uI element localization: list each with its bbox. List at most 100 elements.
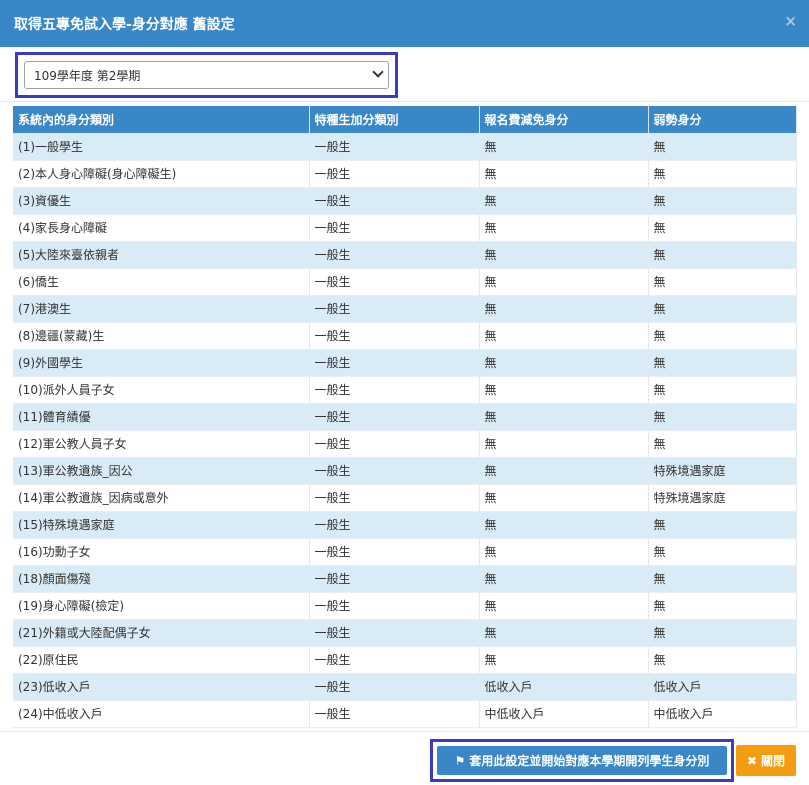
table-cell: 無	[479, 565, 649, 593]
table-row: (2)本人身心障礙(身心障礙生) 一般生無無	[13, 160, 797, 188]
apply-mapping-button[interactable]: ⚑ 套用此設定並開始對應本學期開列學生身分別	[437, 746, 727, 775]
table-cell: (19)身心障礙(檢定)	[13, 592, 310, 620]
table-cell: 一般生	[309, 187, 480, 215]
divider	[0, 101, 809, 102]
semester-select[interactable]: 109學年度 第2學期	[24, 61, 389, 89]
table-cell: 中低收入戶	[648, 700, 797, 728]
table-row: (11)體育績優 一般生無無	[13, 403, 797, 431]
table-cell: 一般生	[309, 403, 480, 431]
table-row: (14)軍公教遺族_因病或意外 一般生無特殊境遇家庭	[13, 484, 797, 512]
table-cell: 無	[648, 214, 797, 242]
table-cell: 無	[479, 214, 649, 242]
table-cell: 無	[479, 511, 649, 539]
flag-icon: ⚑	[454, 753, 466, 768]
table-cell: 特殊境遇家庭	[648, 484, 797, 512]
table-cell: 一般生	[309, 538, 480, 566]
table-row: (10)派外人員子女 一般生無無	[13, 376, 797, 404]
table-cell: (1)一般學生	[13, 133, 310, 161]
table-row: (15)特殊境遇家庭 一般生無無	[13, 511, 797, 539]
table-cell: 一般生	[309, 511, 480, 539]
apply-button-highlight: ⚑ 套用此設定並開始對應本學期開列學生身分別	[430, 739, 734, 782]
table-cell: 無	[648, 241, 797, 269]
table-cell: 低收入戶	[479, 673, 649, 701]
semester-select-highlight: 109學年度 第2學期	[15, 52, 398, 98]
table-cell: (11)體育績優	[13, 403, 310, 431]
table-row: (3)資優生 一般生無無	[13, 187, 797, 215]
table-cell: 無	[479, 484, 649, 512]
table-cell: 無	[479, 403, 649, 431]
close-button-label: 關閉	[761, 754, 786, 768]
table-cell: 無	[479, 457, 649, 485]
table-cell: 無	[648, 403, 797, 431]
table-cell: (24)中低收入戶	[13, 700, 310, 728]
table-cell: 一般生	[309, 322, 480, 350]
table-row: (12)軍公教人員子女 一般生無無	[13, 430, 797, 458]
column-header: 弱勢身分	[648, 106, 797, 133]
table-row: (21)外籍或大陸配偶子女 一般生無無	[13, 619, 797, 647]
table-cell: (13)軍公教遺族_因公	[13, 457, 310, 485]
footer-divider	[0, 731, 809, 732]
table-cell: (18)顏面傷殘	[13, 565, 310, 593]
dialog-header: 取得五專免試入學-身分對應 舊設定 ×	[0, 0, 809, 47]
table-row: (22)原住民 一般生無無	[13, 646, 797, 674]
table-cell: 一般生	[309, 457, 480, 485]
table-cell: 無	[648, 295, 797, 323]
table-cell: 無	[648, 619, 797, 647]
table-cell: (7)港澳生	[13, 295, 310, 323]
table-header-row: 系統內的身分類別 特種生加分類別 報名費減免身分 弱勢身分	[13, 106, 797, 133]
table-cell: (16)功勳子女	[13, 538, 310, 566]
table-cell: (14)軍公教遺族_因病或意外	[13, 484, 310, 512]
table-row: (19)身心障礙(檢定) 一般生無無	[13, 592, 797, 620]
close-button[interactable]: ✖ 關閉	[736, 745, 796, 776]
column-header: 特種生加分類別	[309, 106, 480, 133]
table-cell: (12)軍公教人員子女	[13, 430, 310, 458]
table-cell: 一般生	[309, 700, 480, 728]
table-cell: 無	[648, 268, 797, 296]
column-header: 報名費減免身分	[479, 106, 649, 133]
table-cell: (15)特殊境遇家庭	[13, 511, 310, 539]
table-row: (24)中低收入戶 一般生 中低收入戶 中低收入戶	[13, 700, 797, 728]
table-cell: 一般生	[309, 349, 480, 377]
table-cell: 一般生	[309, 214, 480, 242]
table-cell: (23)低收入戶	[13, 673, 310, 701]
table-cell: (5)大陸來臺依親者	[13, 241, 310, 269]
table-cell: 一般生	[309, 133, 480, 161]
table-cell: 無	[479, 646, 649, 674]
table-cell: 無	[479, 592, 649, 620]
table-cell: (3)資優生	[13, 187, 310, 215]
table-cell: 一般生	[309, 268, 480, 296]
table-cell: 無	[479, 376, 649, 404]
table-cell: 一般生	[309, 646, 480, 674]
table-cell: (21)外籍或大陸配偶子女	[13, 619, 310, 647]
table-cell: 無	[648, 430, 797, 458]
table-cell: 無	[479, 538, 649, 566]
table-row: (7)港澳生 一般生無無	[13, 295, 797, 323]
table-row: (6)僑生 一般生無無	[13, 268, 797, 296]
table-cell: 無	[648, 538, 797, 566]
table-cell: 無	[479, 160, 649, 188]
table-cell: 一般生	[309, 376, 480, 404]
table-cell: (4)家長身心障礙	[13, 214, 310, 242]
table-cell: (22)原住民	[13, 646, 310, 674]
table-cell: 無	[648, 376, 797, 404]
table-cell: 一般生	[309, 295, 480, 323]
table-row: (4)家長身心障礙 一般生無無	[13, 214, 797, 242]
table-cell: 中低收入戶	[479, 700, 649, 728]
table-cell: 無	[648, 160, 797, 188]
apply-button-label: 套用此設定並開始對應本學期開列學生身分別	[469, 754, 710, 768]
table-row: (9)外國學生 一般生無無	[13, 349, 797, 377]
table-cell: 無	[479, 619, 649, 647]
x-icon: ✖	[746, 753, 758, 768]
dialog-title: 取得五專免試入學-身分對應 舊設定	[14, 16, 235, 33]
table-cell: 無	[648, 133, 797, 161]
table-cell: 一般生	[309, 241, 480, 269]
table-cell: 無	[648, 592, 797, 620]
table-cell: (8)邊疆(蒙藏)生	[13, 322, 310, 350]
close-icon[interactable]: ×	[784, 12, 797, 30]
table-cell: 一般生	[309, 592, 480, 620]
table-row: (18)顏面傷殘 一般生無無	[13, 565, 797, 593]
table-cell: (6)僑生	[13, 268, 310, 296]
table-cell: 無	[648, 187, 797, 215]
table-cell: 特殊境遇家庭	[648, 457, 797, 485]
table-cell: 無	[648, 322, 797, 350]
